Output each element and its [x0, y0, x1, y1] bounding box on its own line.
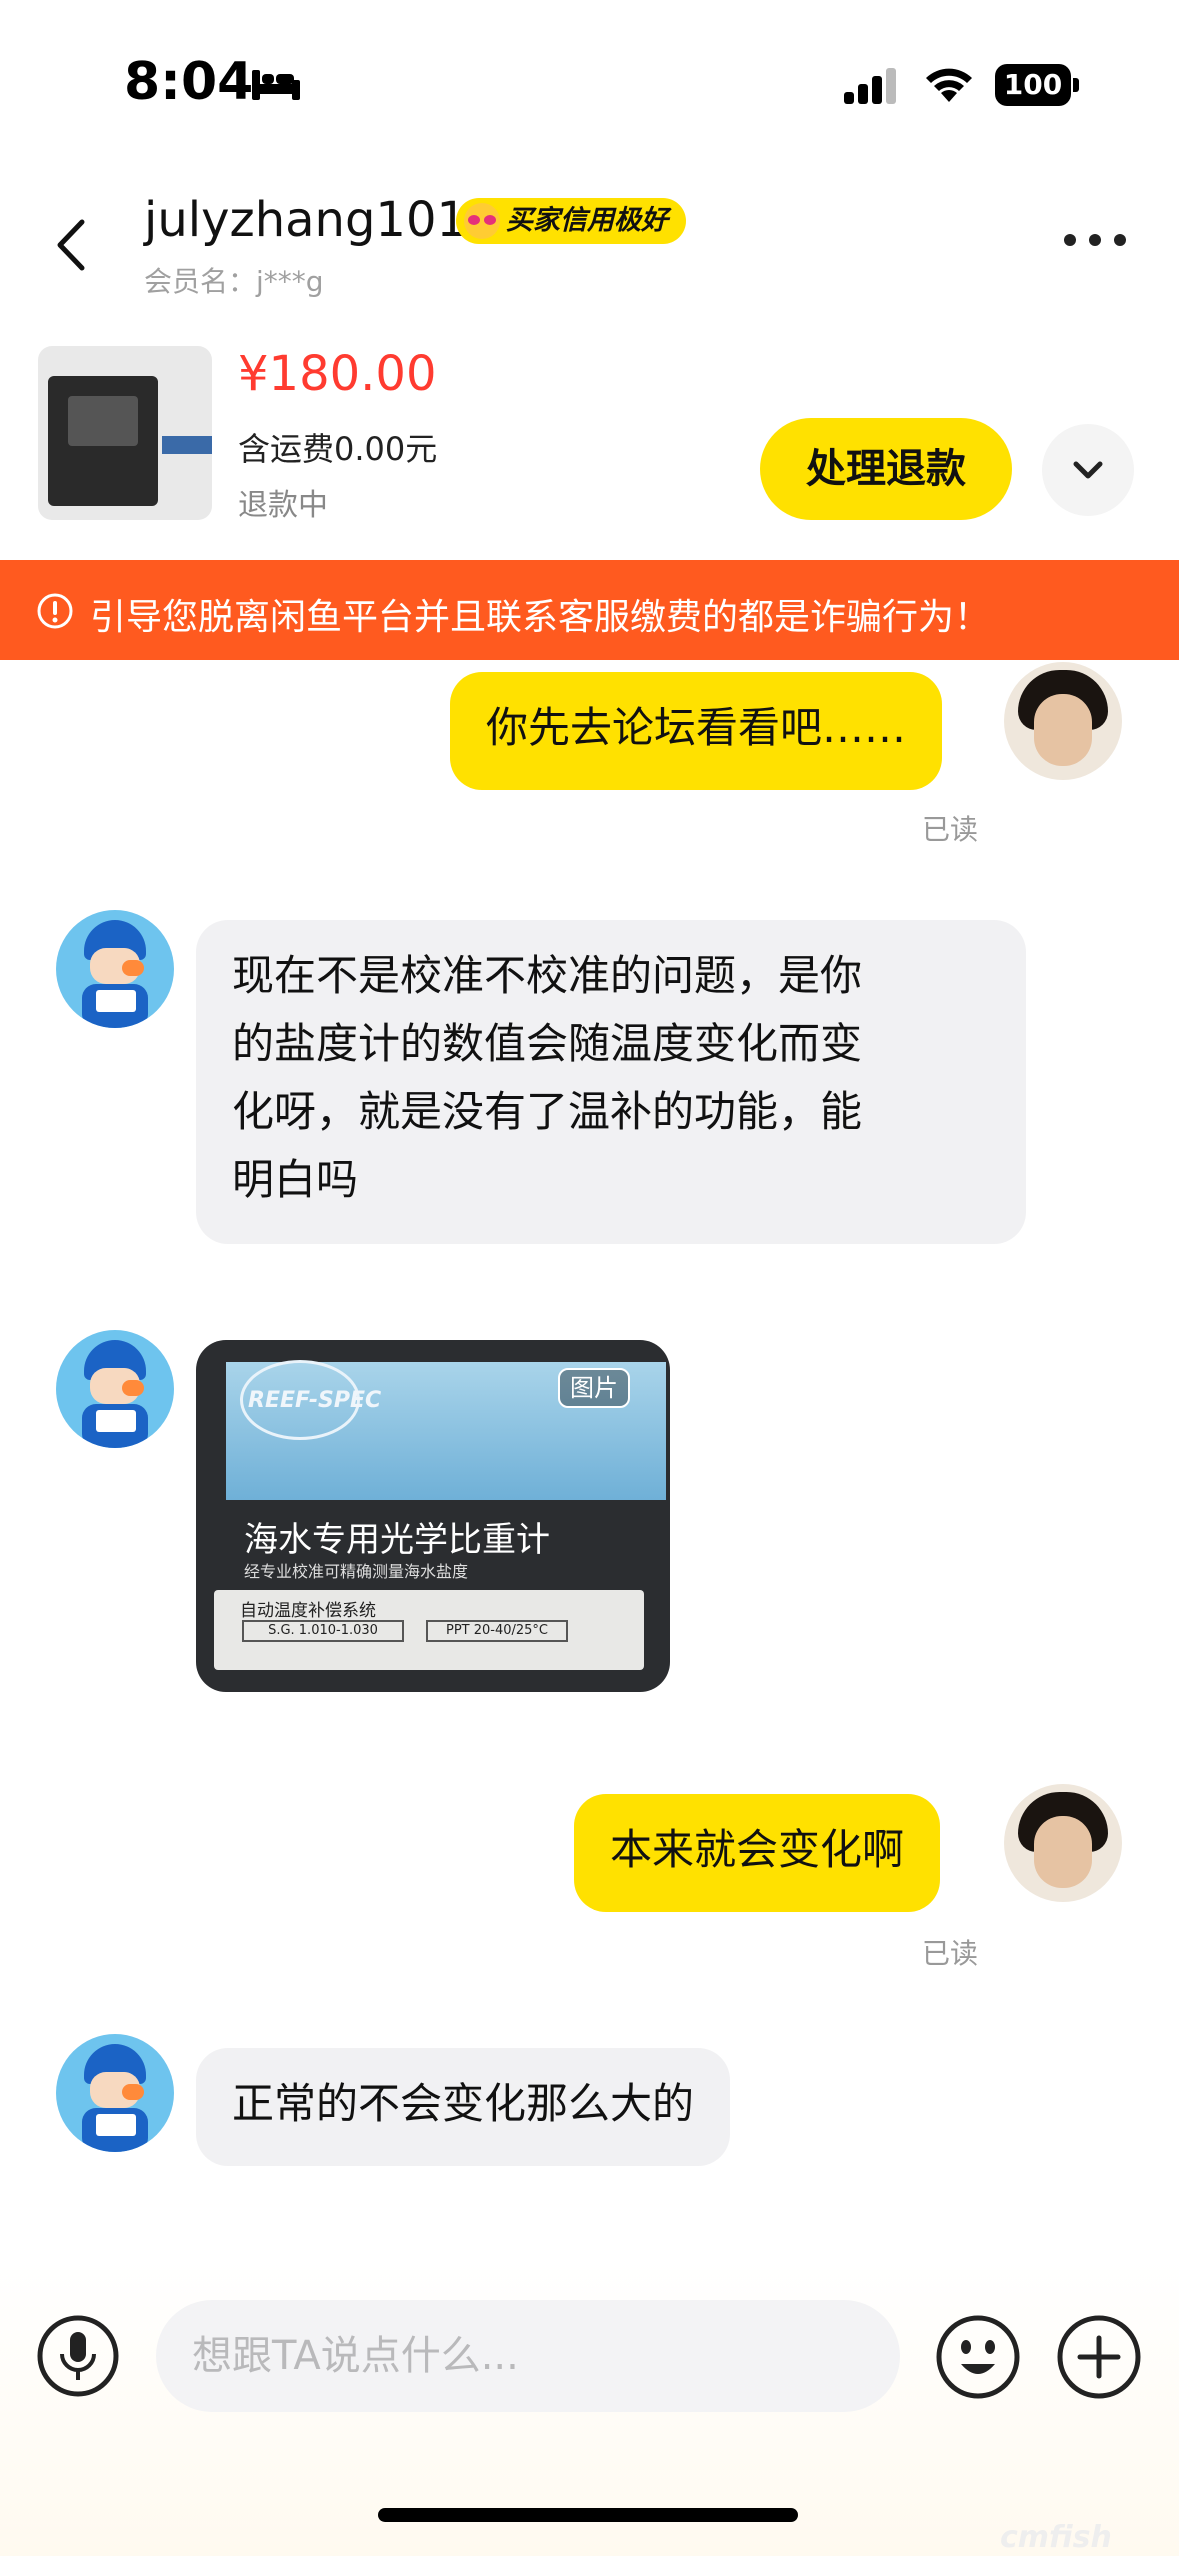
battery-indicator: 100: [995, 64, 1079, 106]
credit-badge-label: 买家信用极好: [506, 205, 668, 236]
image-spec-sg: S.G. 1.010-1.030: [242, 1620, 404, 1642]
image-spec-ppt: PPT 20-40/25°C: [426, 1620, 568, 1642]
message-text: 正常的不会变化那么大的: [232, 2079, 695, 2128]
wifi-icon: [926, 68, 972, 102]
product-price: ¥180.00: [238, 346, 437, 402]
expand-button[interactable]: [1042, 424, 1134, 516]
bed-icon: [252, 70, 300, 100]
read-receipt: 已读: [922, 1937, 979, 1970]
read-receipt: 已读: [922, 813, 979, 846]
message-line: 化呀，就是没有了温补的功能，能: [232, 1087, 863, 1136]
shipping-fee: 含运费0.00元: [238, 430, 438, 468]
image-subtitle: 经专业校准可精确测量海水盐度: [244, 1562, 469, 1581]
more-icon[interactable]: [1062, 230, 1128, 250]
battery-level: 100: [1003, 68, 1063, 101]
contact-avatar[interactable]: [56, 1330, 174, 1448]
image-tag: 图片: [558, 1368, 630, 1408]
home-indicator: [378, 2508, 798, 2522]
status-time: 8:04: [124, 52, 254, 112]
status-bar: 8:04 100: [0, 0, 1179, 170]
chat-username[interactable]: julyzhang101: [144, 192, 467, 248]
product-card[interactable]: ¥180.00 含运费0.00元 退款中 处理退款: [0, 330, 1179, 550]
message-line: 的盐度计的数值会随温度变化而变: [232, 1019, 863, 1068]
cool-emoji-icon: [464, 203, 500, 239]
refund-status: 退款中: [238, 488, 328, 523]
message-bubble-received[interactable]: 正常的不会变化那么大的: [196, 2048, 731, 2166]
member-name: 会员名：j***g: [144, 265, 324, 298]
warning-icon: [37, 593, 73, 629]
credit-badge: 买家信用极好: [456, 198, 686, 244]
emoji-icon[interactable]: [935, 2314, 1021, 2400]
microphone-icon[interactable]: [36, 2314, 120, 2398]
chat-header: julyzhang101 买家信用极好 会员名：j***g: [0, 170, 1179, 320]
message-bubble-received[interactable]: 现在不是校准不校准的问题，是你 的盐度计的数值会随温度变化而变 化呀，就是没有了…: [196, 920, 1026, 1244]
image-title: 海水专用光学比重计: [244, 1520, 550, 1560]
watermark: cmfish: [1000, 2520, 1112, 2555]
back-icon[interactable]: [42, 210, 102, 280]
image-plate-title: 自动温度补偿系统: [240, 1601, 376, 1621]
message-bubble-sent[interactable]: 你先去论坛看看吧……: [450, 672, 943, 790]
chevron-down-icon: [1073, 461, 1103, 479]
my-avatar[interactable]: [1004, 1784, 1122, 1902]
message-line: 明白吗: [232, 1155, 359, 1204]
contact-avatar[interactable]: [56, 2034, 174, 2152]
message-input[interactable]: [156, 2300, 900, 2412]
product-thumbnail[interactable]: [38, 346, 212, 520]
message-text: 本来就会变化啊: [610, 1825, 905, 1874]
message-text: 你先去论坛看看吧……: [486, 703, 907, 752]
warning-text: 引导您脱离闲鱼平台并且联系客服缴费的都是诈骗行为！: [90, 597, 991, 638]
image-message[interactable]: REEF-SPEC 图片 海水专用光学比重计 经专业校准可精确测量海水盐度 自动…: [196, 1340, 670, 1692]
signal-icon: [844, 68, 896, 104]
plus-icon[interactable]: [1056, 2314, 1142, 2400]
image-logo-text: REEF-SPEC: [248, 1388, 382, 1413]
my-avatar[interactable]: [1004, 662, 1122, 780]
message-line: 现在不是校准不校准的问题，是你: [232, 951, 863, 1000]
message-bubble-sent[interactable]: 本来就会变化啊: [574, 1794, 941, 1912]
contact-avatar[interactable]: [56, 910, 174, 1028]
fraud-warning-banner: 引导您脱离闲鱼平台并且联系客服缴费的都是诈骗行为！: [0, 560, 1179, 660]
process-refund-button[interactable]: 处理退款: [760, 418, 1012, 520]
